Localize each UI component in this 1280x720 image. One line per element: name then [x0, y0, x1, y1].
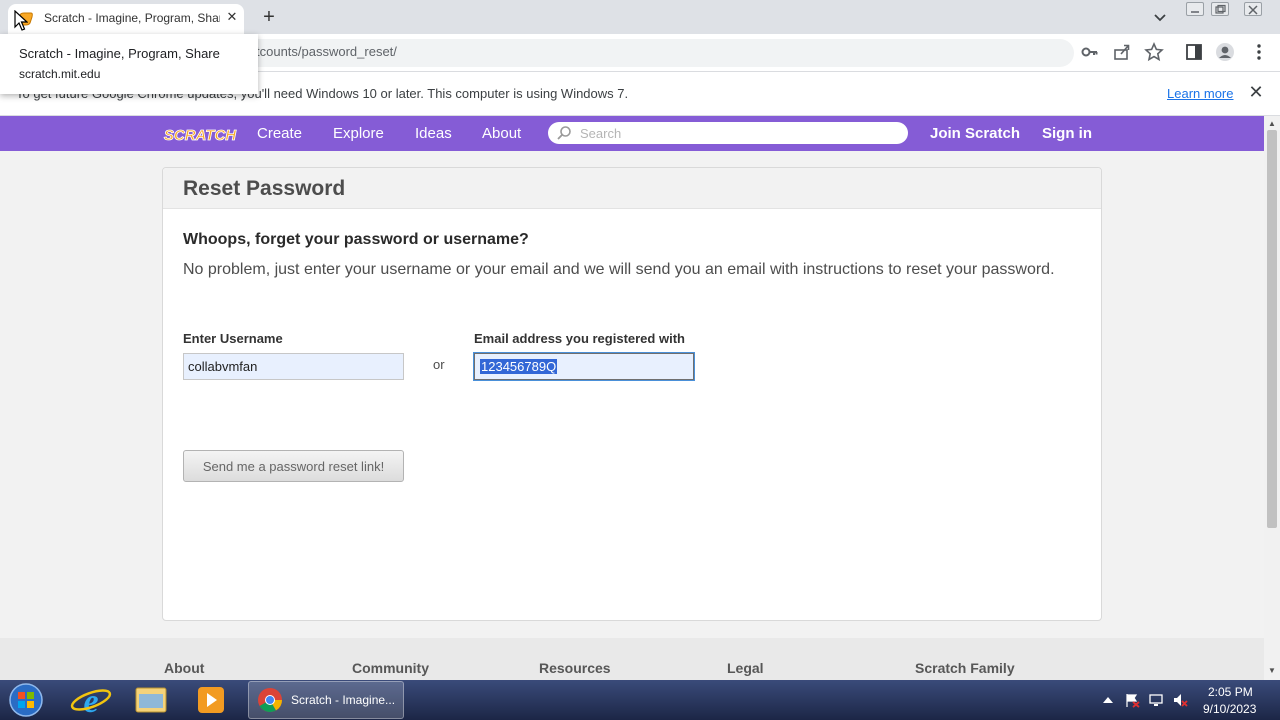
taskbar-chrome-label: Scratch - Imagine... [291, 693, 396, 707]
nav-ideas-link[interactable]: Ideas [415, 125, 452, 142]
close-window-icon[interactable] [1244, 2, 1262, 16]
mouse-cursor-icon [14, 10, 28, 31]
nav-about-link[interactable]: About [482, 125, 521, 142]
password-key-icon[interactable] [1080, 42, 1100, 62]
username-label: Enter Username [183, 331, 283, 346]
new-tab-button[interactable]: + [258, 6, 280, 28]
clock-date[interactable]: 9/10/2023 [1203, 702, 1256, 716]
chrome-icon [258, 688, 282, 713]
address-url[interactable]: tcounts/password_reset/ [256, 44, 397, 59]
taskbar-chrome-button[interactable]: Scratch - Imagine... [248, 681, 404, 719]
footer-legal-heading: Legal [727, 660, 764, 676]
search-icon [557, 126, 571, 140]
svg-text:e: e [83, 683, 98, 718]
tooltip-title: Scratch - Imagine, Program, Share [19, 46, 220, 61]
reset-description: No problem, just enter your username or … [183, 261, 1055, 278]
card-header: Reset Password [163, 168, 1101, 209]
scratch-navbar: SCRATCH Create Explore Ideas About Join … [0, 116, 1264, 151]
action-center-flag-icon[interactable] [1124, 692, 1140, 708]
browser-tab-strip: Scratch - Imagine, Program, Share ✕ + [0, 0, 1280, 34]
clock-time[interactable]: 2:05 PM [1208, 685, 1253, 699]
footer-about-heading: About [164, 660, 205, 676]
browser-tab[interactable]: Scratch - Imagine, Program, Share ✕ [8, 4, 244, 34]
email-field-value: 123456789Q [480, 359, 558, 374]
nav-search-box[interactable] [548, 122, 908, 144]
scroll-down-icon[interactable]: ▼ [1267, 666, 1277, 676]
windows-taskbar: e Scratch - Imagine... 2:05 PM 9/10/2023 [0, 680, 1280, 720]
show-hidden-icons-icon[interactable] [1100, 692, 1116, 708]
scrollbar-thumb[interactable] [1267, 130, 1277, 528]
chrome-menu-icon[interactable] [1249, 42, 1269, 62]
volume-muted-icon[interactable] [1172, 692, 1188, 708]
side-panel-icon[interactable] [1184, 42, 1204, 62]
footer-resources-heading: Resources [539, 660, 611, 676]
search-input[interactable] [580, 124, 900, 142]
share-icon[interactable] [1112, 42, 1132, 62]
page-title: Reset Password [183, 177, 346, 200]
reset-password-card: Reset Password Whoops, forget your passw… [162, 167, 1102, 621]
learn-more-link[interactable]: Learn more [1167, 86, 1233, 101]
media-player-icon[interactable] [184, 682, 238, 718]
footer-community-heading: Community [352, 660, 429, 676]
scratch-logo[interactable]: SCRATCH [163, 122, 237, 146]
windows-start-button-icon[interactable] [6, 681, 46, 719]
tab-close-icon[interactable]: ✕ [224, 9, 240, 25]
scroll-up-icon[interactable]: ▲ [1267, 119, 1277, 129]
tab-title: Scratch - Imagine, Program, Share [44, 11, 220, 25]
profile-avatar-icon[interactable] [1215, 42, 1235, 62]
email-label: Email address you registered with [474, 331, 685, 346]
tab-search-chevron-icon[interactable] [1150, 8, 1170, 26]
restore-window-icon[interactable] [1211, 2, 1229, 16]
email-field[interactable]: 123456789Q [474, 353, 694, 380]
nav-create-link[interactable]: Create [257, 125, 302, 142]
send-reset-link-button[interactable]: Send me a password reset link! [183, 450, 404, 482]
tooltip-host: scratch.mit.edu [19, 67, 101, 81]
sign-in-link[interactable]: Sign in [1042, 125, 1092, 142]
nav-explore-link[interactable]: Explore [333, 125, 384, 142]
footer-scratch-family-heading: Scratch Family [915, 660, 1015, 676]
join-scratch-link[interactable]: Join Scratch [930, 125, 1020, 142]
minimize-window-icon[interactable] [1186, 2, 1204, 16]
internet-explorer-icon[interactable]: e [64, 682, 118, 718]
svg-text:SCRATCH: SCRATCH [164, 127, 237, 144]
or-separator: or [433, 357, 445, 372]
tab-hover-tooltip: Scratch - Imagine, Program, Share scratc… [0, 34, 258, 94]
page-scrollbar[interactable]: ▲ ▼ [1264, 116, 1280, 680]
site-footer: About Community Resources Legal Scratch … [0, 638, 1264, 680]
reset-heading: Whoops, forget your password or username… [183, 231, 529, 248]
file-explorer-icon[interactable] [124, 682, 178, 718]
network-icon[interactable] [1148, 692, 1164, 708]
page-content: SCRATCH Create Explore Ideas About Join … [0, 116, 1264, 680]
infobar-close-icon[interactable]: ✕ [1246, 82, 1266, 102]
username-field[interactable] [183, 353, 404, 380]
bookmark-star-icon[interactable] [1144, 42, 1164, 62]
